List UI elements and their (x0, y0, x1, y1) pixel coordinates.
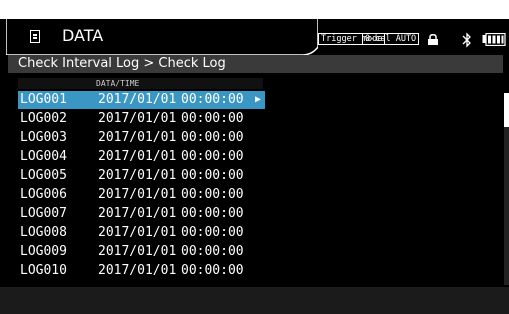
breadcrumb: Check Interval Log > Check Log (18, 56, 226, 71)
log-date: 2017/01/01 (98, 111, 177, 126)
log-date: 2017/01/01 (98, 225, 177, 240)
log-date: 2017/01/01 (98, 130, 177, 145)
log-time: 00:00:00 (181, 187, 244, 202)
page-title: DATA (62, 26, 104, 45)
log-date: 2017/01/01 (98, 206, 177, 221)
log-date: 2017/01/01 (98, 244, 177, 259)
column-header-bg (18, 78, 263, 89)
log-time: 00:00:00 (181, 244, 244, 259)
log-name: LOG008 (20, 225, 67, 240)
log-time: 00:00:00 (181, 263, 244, 278)
bottom-bar (0, 287, 509, 314)
zero-cal-label: 0-cal AUTO (362, 32, 420, 45)
log-name: LOG009 (20, 244, 67, 259)
document-icon (30, 30, 40, 43)
list-item[interactable]: LOG003 2017/01/01 00:00:00 (18, 129, 265, 147)
log-date: 2017/01/01 (98, 187, 177, 202)
log-name: LOG006 (20, 187, 67, 202)
list-item[interactable]: LOG007 2017/01/01 00:00:00 (18, 205, 265, 223)
list-item[interactable]: LOG005 2017/01/01 00:00:00 (18, 167, 265, 185)
top-strip (0, 0, 509, 19)
log-time: 00:00:00 (181, 168, 244, 183)
log-name: LOG002 (20, 111, 67, 126)
column-header-datetime: DATA/TIME (96, 79, 140, 88)
log-date: 2017/01/01 (98, 263, 177, 278)
log-name: LOG010 (20, 263, 67, 278)
log-date: 2017/01/01 (98, 168, 177, 183)
log-date: 2017/01/01 (98, 149, 177, 164)
log-name: LOG007 (20, 206, 67, 221)
list-item[interactable]: LOG010 2017/01/01 00:00:00 (18, 262, 265, 280)
log-time: 00:00:00 (181, 92, 244, 107)
scrollbar-thumb[interactable] (504, 93, 509, 127)
list-item[interactable]: LOG001 2017/01/01 00:00:00 ▶ (18, 91, 265, 109)
log-name: LOG004 (20, 149, 67, 164)
zero-cal-badge: 0-cal AUTO (362, 32, 420, 45)
list-item[interactable]: LOG006 2017/01/01 00:00:00 (18, 186, 265, 204)
log-time: 00:00:00 (181, 149, 244, 164)
list-item[interactable]: LOG008 2017/01/01 00:00:00 (18, 224, 265, 242)
title-tab (6, 19, 318, 55)
battery-icon (482, 33, 506, 46)
lock-icon (428, 34, 438, 45)
log-name: LOG001 (20, 92, 67, 107)
list-item[interactable]: LOG009 2017/01/01 00:00:00 (18, 243, 265, 261)
log-time: 00:00:00 (181, 130, 244, 145)
log-time: 00:00:00 (181, 206, 244, 221)
log-name: LOG003 (20, 130, 67, 145)
log-name: LOG005 (20, 168, 67, 183)
log-date: 2017/01/01 (98, 92, 177, 107)
list-item[interactable]: LOG002 2017/01/01 00:00:00 (18, 110, 265, 128)
log-time: 00:00:00 (181, 225, 244, 240)
log-time: 00:00:00 (181, 111, 244, 126)
bluetooth-icon (462, 32, 471, 48)
list-item[interactable]: LOG004 2017/01/01 00:00:00 (18, 148, 265, 166)
caret-right-icon: ▶ (255, 94, 262, 105)
